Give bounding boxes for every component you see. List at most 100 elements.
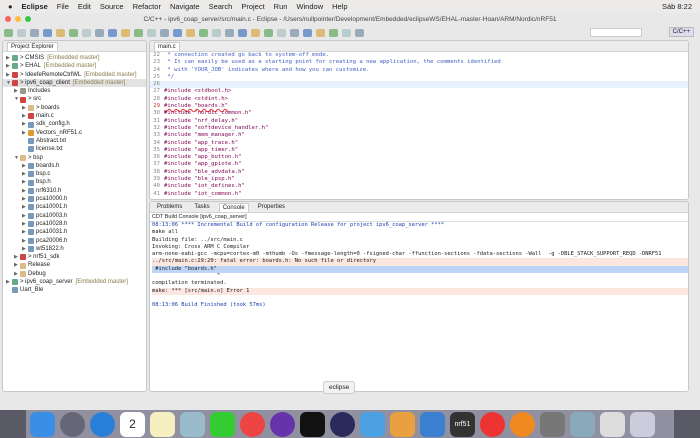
toolbar-button[interactable]	[277, 28, 286, 37]
tree-item[interactable]: ▶ Includes	[3, 87, 146, 95]
toolbar-button[interactable]	[264, 28, 273, 37]
tree-item[interactable]: ▶ bsp.h	[3, 178, 146, 186]
code-editor[interactable]: main.c 22 * connection created go back t…	[149, 40, 689, 200]
toolbar-button[interactable]	[225, 28, 234, 37]
tree-item[interactable]: ▶ Debug	[3, 270, 146, 278]
tree-item[interactable]: ▶ > EHAL [Embedded master]	[3, 62, 146, 70]
dock-xcode-icon[interactable]	[360, 411, 385, 437]
toolbar-button[interactable]	[147, 28, 156, 37]
menu-file[interactable]: File	[57, 2, 69, 11]
quick-access-input[interactable]	[590, 28, 642, 37]
toolbar-button[interactable]	[303, 28, 312, 37]
dock-nrf51-icon[interactable]: nrf51	[450, 411, 475, 437]
zoom-button[interactable]	[25, 16, 31, 22]
toolbar-button[interactable]	[56, 28, 65, 37]
tree-item[interactable]: ▶ pca10028.h	[3, 220, 146, 228]
toolbar-button[interactable]	[329, 28, 338, 37]
tree-item[interactable]: license.txt	[3, 145, 146, 153]
toolbar-button[interactable]	[186, 28, 195, 37]
tab-main-c[interactable]: main.c	[154, 41, 180, 51]
toolbar-button[interactable]	[316, 28, 325, 37]
tree-item[interactable]: ▶ > IdeefeRemoteCtrlWL [Embedded master]	[3, 71, 146, 79]
tree-item[interactable]: ▶ main.c	[3, 112, 146, 120]
toolbar-button[interactable]	[160, 28, 169, 37]
dock-trash-icon[interactable]	[630, 411, 655, 437]
dock-terminal-icon[interactable]	[300, 411, 325, 437]
toolbar-button[interactable]	[212, 28, 221, 37]
tree-item[interactable]: ▶ > ipv6_coap_server [Embedded master]	[3, 278, 146, 286]
tree-item[interactable]: Uart_Ble	[3, 286, 146, 294]
tree-item[interactable]: ▶ > boards	[3, 104, 146, 112]
dock-system-preferences-icon[interactable]	[540, 411, 565, 437]
dock-keynote-icon[interactable]	[420, 411, 445, 437]
tree-item[interactable]: ▼ > ipv6_coap_client [Embedded master]	[3, 78, 146, 88]
menu-help[interactable]: Help	[332, 2, 347, 11]
menu-refactor[interactable]: Refactor	[133, 2, 161, 11]
menu-window[interactable]: Window	[296, 2, 323, 11]
tree-item[interactable]: ▶ bsp.c	[3, 170, 146, 178]
toolbar-button[interactable]	[342, 28, 351, 37]
toolbar-button[interactable]	[199, 28, 208, 37]
toolbar-button[interactable]	[121, 28, 130, 37]
dock-ibooks-icon[interactable]	[510, 411, 535, 437]
dock-github-icon[interactable]	[270, 411, 295, 437]
dock-itunes-icon[interactable]	[480, 411, 505, 437]
toolbar-button[interactable]	[95, 28, 104, 37]
tree-item[interactable]: ▼ > src	[3, 95, 146, 103]
tree-item[interactable]: ▶ pca10003.h	[3, 212, 146, 220]
tree-item[interactable]: ▶ boards.h	[3, 162, 146, 170]
menu-navigate[interactable]: Navigate	[170, 2, 200, 11]
tree-item[interactable]: ▶ pca10000.h	[3, 195, 146, 203]
tree-item[interactable]: ▶ Release	[3, 261, 146, 269]
tab-project-explorer[interactable]: Project Explorer	[7, 41, 58, 51]
toolbar-button[interactable]	[108, 28, 117, 37]
menu-eclipse[interactable]: Eclipse	[22, 2, 48, 11]
tree-item[interactable]: ▶ Vectors_nRF51.c	[3, 129, 146, 137]
tree-item[interactable]: ▶ pca10031.h	[3, 228, 146, 236]
dock-photos-icon[interactable]	[570, 411, 595, 437]
toolbar-button[interactable]	[69, 28, 78, 37]
tree-item[interactable]: ▶ sdk_config.h	[3, 120, 146, 128]
tree-item[interactable]: ▶ pca10001.h	[3, 203, 146, 211]
tree-item[interactable]: ▶ wt51822.h	[3, 245, 146, 253]
dock-chrome-icon[interactable]	[240, 411, 265, 437]
dock-eclipse-icon[interactable]	[330, 411, 355, 437]
dock-facetime-icon[interactable]	[210, 411, 235, 437]
menu-search[interactable]: Search	[209, 2, 233, 11]
tab-problems[interactable]: Problems	[154, 203, 185, 211]
toolbar-button[interactable]	[30, 28, 39, 37]
dock-calendar-icon[interactable]: 2	[120, 411, 145, 437]
toolbar-button[interactable]	[251, 28, 260, 37]
toolbar-button[interactable]	[82, 28, 91, 37]
dock-downloads-icon[interactable]	[600, 411, 625, 437]
dock-launchpad-icon[interactable]	[60, 411, 85, 437]
tab-console[interactable]: Console	[218, 202, 249, 212]
dock-pages-icon[interactable]	[390, 411, 415, 437]
toolbar-button[interactable]	[43, 28, 52, 37]
tab-properties[interactable]: Properties	[255, 203, 288, 211]
tree-item[interactable]: ▶ nrf6310.h	[3, 187, 146, 195]
dock-finder-icon[interactable]	[30, 411, 55, 437]
clock[interactable]: Sáb 8:22	[662, 2, 692, 11]
toolbar-button[interactable]	[173, 28, 182, 37]
toolbar-button[interactable]	[17, 28, 26, 37]
perspective-cpp-button[interactable]: C/C++	[668, 27, 694, 37]
tree-item[interactable]: ▶ > CMSIS [Embedded master]	[3, 54, 146, 62]
menu-project[interactable]: Project	[241, 2, 264, 11]
apple-menu-icon[interactable]: ●	[8, 2, 13, 11]
tree-item[interactable]: ▶ > nrf51_sdk	[3, 253, 146, 261]
dock-notes-icon[interactable]	[150, 411, 175, 437]
toolbar-button[interactable]	[4, 28, 13, 37]
toolbar-button[interactable]	[290, 28, 299, 37]
menu-edit[interactable]: Edit	[78, 2, 91, 11]
menu-source[interactable]: Source	[100, 2, 124, 11]
toolbar-button[interactable]	[238, 28, 247, 37]
tree-item[interactable]: Abstract.txt	[3, 137, 146, 145]
toolbar-button[interactable]	[134, 28, 143, 37]
tree-item[interactable]: ▼ > bsp	[3, 154, 146, 162]
minimize-button[interactable]	[15, 16, 21, 22]
toolbar-button[interactable]	[355, 28, 364, 37]
dock-safari-icon[interactable]	[90, 411, 115, 437]
close-button[interactable]	[5, 16, 11, 22]
tab-tasks[interactable]: Tasks	[191, 203, 212, 211]
